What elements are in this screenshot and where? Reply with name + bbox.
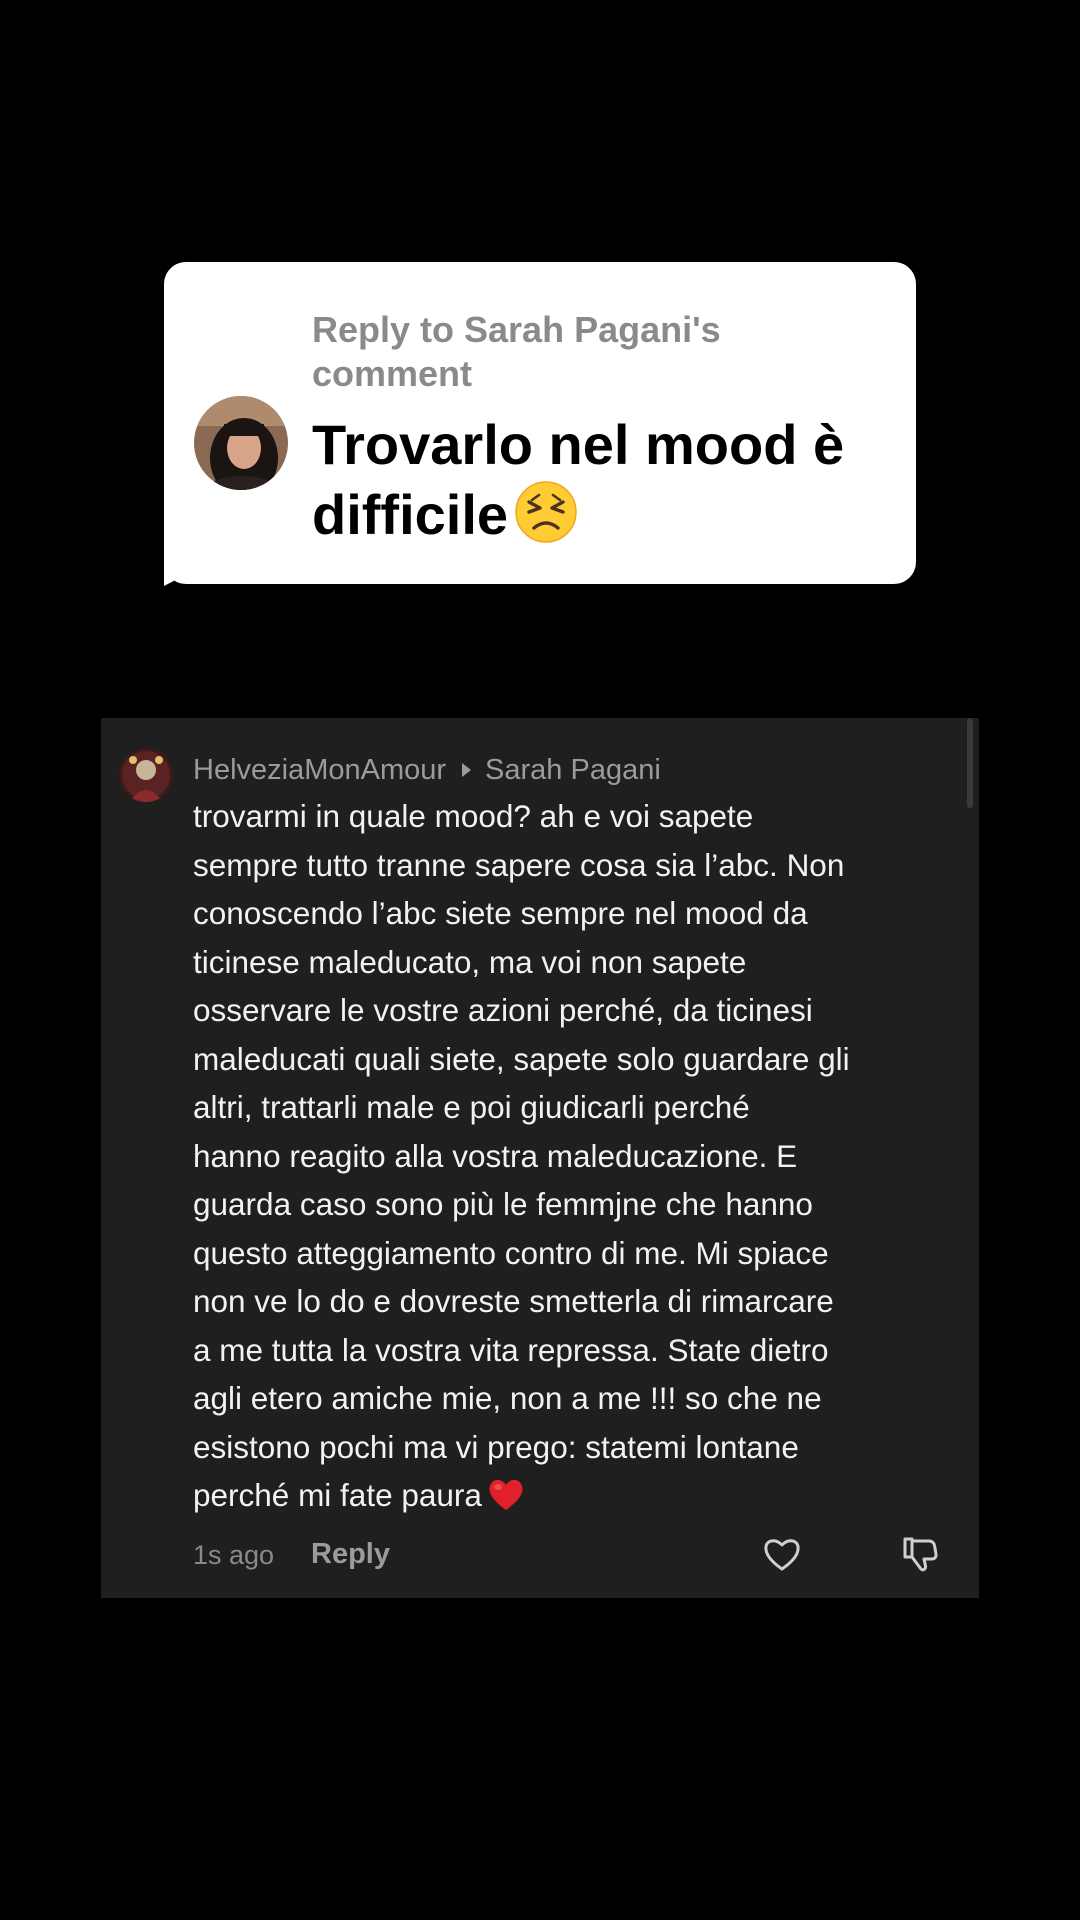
- reply-arrow-icon: [462, 763, 472, 777]
- comment-card: HelveziaMonAmour Sarah Pagani trovarmi i…: [101, 718, 979, 1598]
- comment-text: trovarmi in quale mood? ah e voi sapete …: [193, 798, 850, 1513]
- bubble-tail: [164, 562, 210, 586]
- reply-button[interactable]: Reply: [311, 1538, 390, 1571]
- commenter-username[interactable]: HelveziaMonAmour: [193, 754, 446, 787]
- reply-bubble-text: Trovarlo nel mood è difficile: [312, 413, 845, 546]
- reply-target-username[interactable]: Sarah Pagani: [485, 754, 661, 787]
- scrollbar[interactable]: [967, 718, 973, 808]
- comment-timestamp: 1s ago: [193, 1540, 275, 1570]
- avatar: [194, 396, 288, 490]
- reply-bubble: Reply to Sarah Pagani's comment Trovarlo…: [164, 262, 916, 586]
- commenter-avatar[interactable]: [119, 748, 173, 802]
- comment-header: HelveziaMonAmour Sarah Pagani: [193, 750, 661, 790]
- reply-to-header: Reply to Sarah Pagani's comment: [312, 309, 721, 394]
- thumbs-down-icon[interactable]: [899, 1533, 941, 1575]
- heart-outline-icon[interactable]: [761, 1533, 803, 1575]
- red-heart-emoji: [489, 1479, 523, 1510]
- tired-face-emoji: [515, 481, 577, 543]
